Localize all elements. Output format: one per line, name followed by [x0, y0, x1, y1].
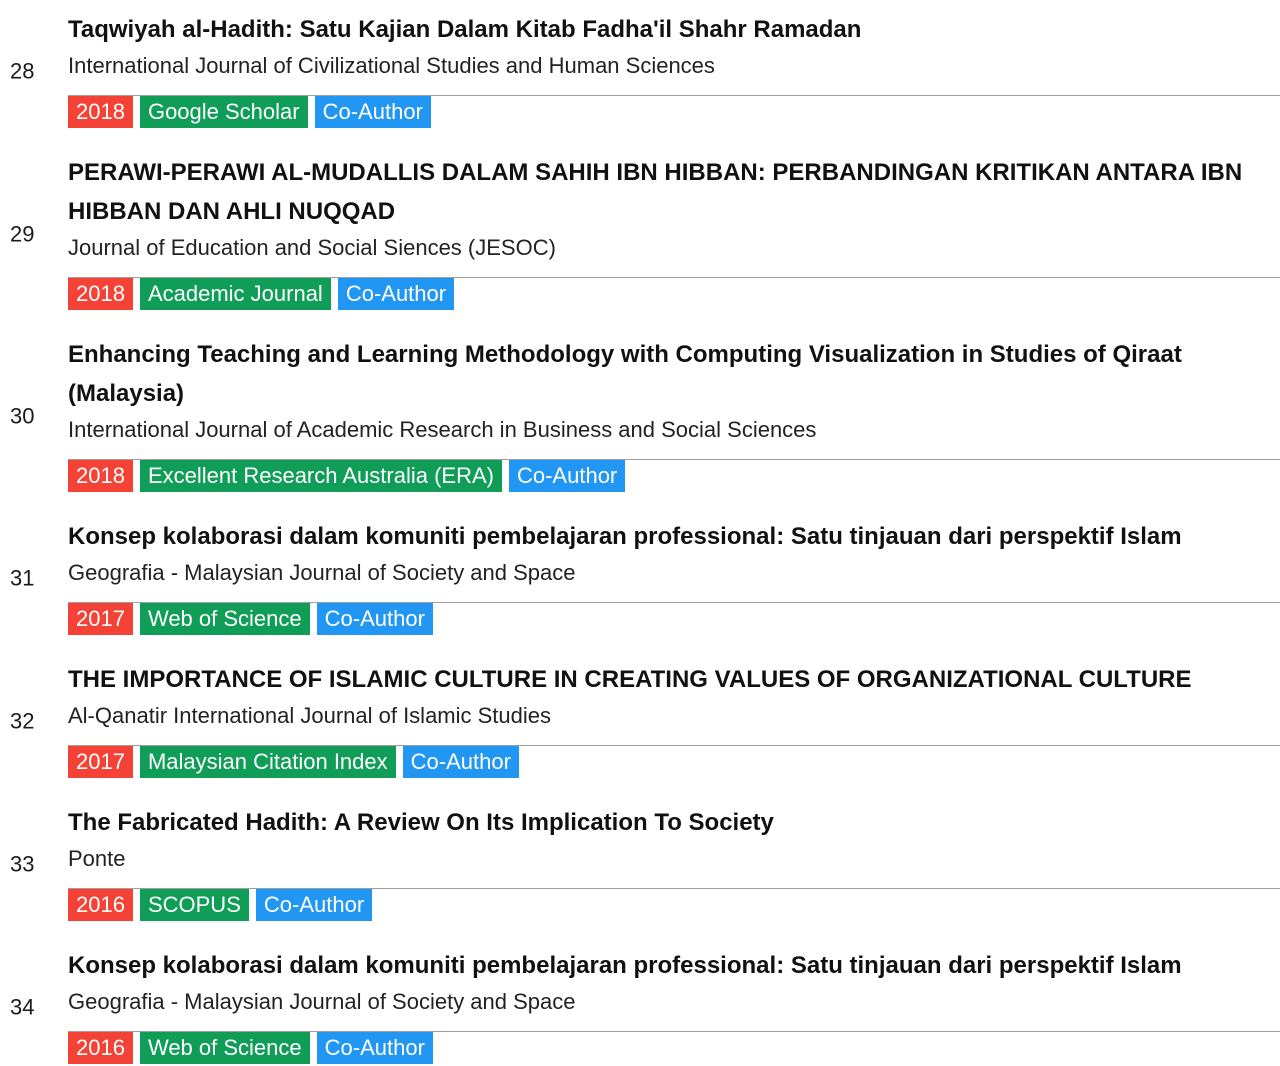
publication-item: 34 Konsep kolaborasi dalam komuniti pemb… — [0, 946, 1280, 1064]
role-tag: Co-Author — [255, 889, 373, 921]
publication-title[interactable]: Enhancing Teaching and Learning Methodol… — [68, 335, 1280, 413]
role-tag: Co-Author — [314, 96, 431, 128]
tags-row: 2017 Malaysian Citation Index Co-Author — [68, 745, 1280, 778]
journal-name: International Journal of Academic Resear… — [68, 417, 817, 442]
tags-row: 2016 SCOPUS Co-Author — [68, 888, 1280, 921]
index-tag: Google Scholar — [139, 96, 308, 128]
tags-row: 2018 Academic Journal Co-Author — [68, 277, 1280, 310]
publication-title[interactable]: The Fabricated Hadith: A Review On Its I… — [68, 803, 1280, 842]
publication-title[interactable]: Taqwiyah al-Hadith: Satu Kajian Dalam Ki… — [68, 10, 1280, 49]
journal-name: Geografia - Malaysian Journal of Society… — [68, 560, 576, 585]
year-tag: 2017 — [68, 746, 133, 778]
publication-title[interactable]: Konsep kolaborasi dalam komuniti pembela… — [68, 517, 1280, 556]
tags-row: 2016 Web of Science Co-Author — [68, 1031, 1280, 1064]
publication-number: 32 — [10, 708, 35, 734]
publication-item: 29 PERAWI-PERAWI AL-MUDALLIS DALAM SAHIH… — [0, 153, 1280, 310]
journal-name: Journal of Education and Social Siences … — [68, 235, 556, 260]
publication-item: 33 The Fabricated Hadith: A Review On It… — [0, 803, 1280, 921]
journal-name: Geografia - Malaysian Journal of Society… — [68, 989, 576, 1014]
index-tag: SCOPUS — [139, 889, 249, 921]
publication-item: 31 Konsep kolaborasi dalam komuniti pemb… — [0, 517, 1280, 635]
publication-number: 30 — [10, 403, 35, 429]
index-tag: Academic Journal — [139, 278, 331, 310]
year-tag: 2018 — [68, 96, 133, 128]
role-tag: Co-Author — [337, 278, 455, 310]
publication-item: 28 Taqwiyah al-Hadith: Satu Kajian Dalam… — [0, 10, 1280, 128]
journal-name: Ponte — [68, 846, 126, 871]
tags-row: 2017 Web of Science Co-Author — [68, 602, 1280, 635]
role-tag: Co-Author — [402, 746, 519, 778]
publication-item: 32 THE IMPORTANCE OF ISLAMIC CULTURE IN … — [0, 660, 1280, 778]
role-tag: Co-Author — [508, 460, 626, 492]
year-tag: 2017 — [68, 603, 133, 635]
publication-number: 29 — [10, 221, 35, 247]
publication-item: 30 Enhancing Teaching and Learning Metho… — [0, 335, 1280, 492]
year-tag: 2016 — [68, 1032, 133, 1064]
year-tag: 2018 — [68, 278, 133, 310]
index-tag: Excellent Research Australia (ERA) — [139, 460, 502, 492]
index-tag: Web of Science — [139, 603, 310, 635]
index-tag: Web of Science — [139, 1032, 310, 1064]
tags-row: 2018 Excellent Research Australia (ERA) … — [68, 459, 1280, 492]
publication-number: 34 — [10, 994, 35, 1020]
journal-name: Al-Qanatir International Journal of Isla… — [68, 703, 552, 728]
year-tag: 2016 — [68, 889, 133, 921]
publication-title[interactable]: Konsep kolaborasi dalam komuniti pembela… — [68, 946, 1280, 985]
publication-number: 28 — [10, 58, 35, 84]
role-tag: Co-Author — [316, 603, 433, 635]
publication-title[interactable]: THE IMPORTANCE OF ISLAMIC CULTURE IN CRE… — [68, 660, 1280, 699]
journal-name: International Journal of Civilizational … — [68, 53, 715, 78]
index-tag: Malaysian Citation Index — [139, 746, 396, 778]
publication-number: 33 — [10, 851, 35, 877]
publication-title[interactable]: PERAWI-PERAWI AL-MUDALLIS DALAM SAHIH IB… — [68, 153, 1280, 231]
role-tag: Co-Author — [316, 1032, 433, 1064]
publication-number: 31 — [10, 565, 35, 591]
tags-row: 2018 Google Scholar Co-Author — [68, 95, 1280, 128]
year-tag: 2018 — [68, 460, 133, 492]
publication-list: 28 Taqwiyah al-Hadith: Satu Kajian Dalam… — [0, 0, 1280, 1064]
